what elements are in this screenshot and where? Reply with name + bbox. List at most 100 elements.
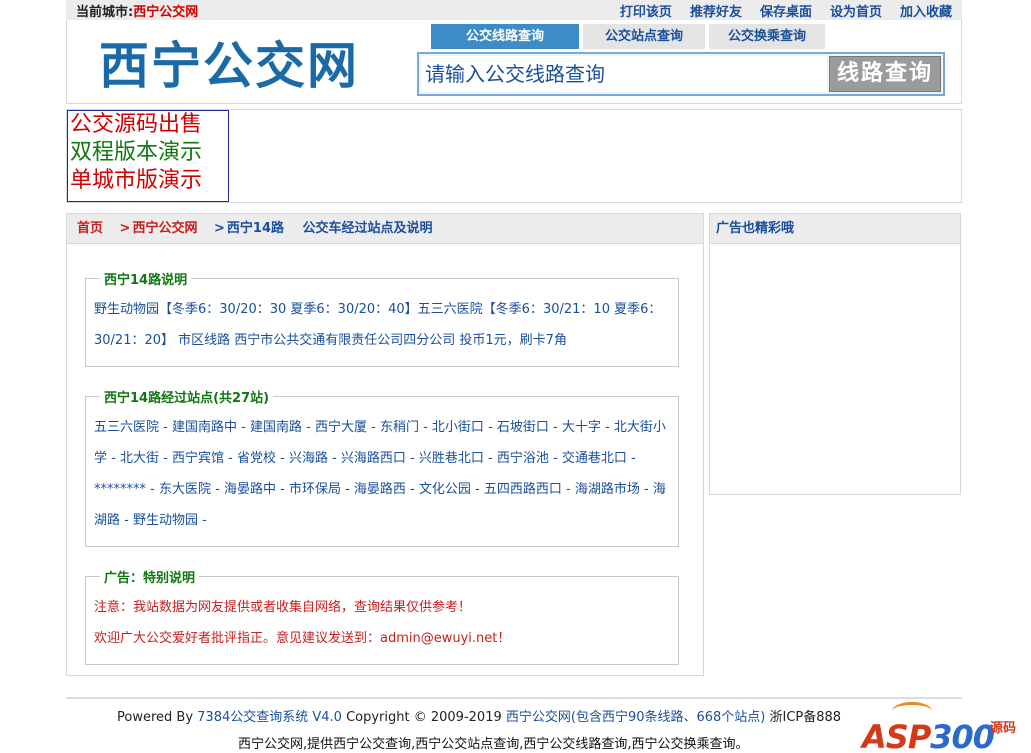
route-stop-separator: - [405, 482, 419, 497]
route-stop-separator: - [483, 420, 497, 435]
breadcrumb-route[interactable]: 西宁14路 [227, 221, 284, 236]
route-stop-separator: - [639, 482, 653, 497]
promo-source-code-link[interactable]: 公交源码出售 [70, 111, 228, 139]
notice-line-2: 欢迎广大公交爱好者批评指正。意见建议发送到：admin@ewuyi.net！ [94, 631, 511, 646]
route-stop-link[interactable]: 海晏路中 [224, 482, 276, 497]
search-box: 线路查询 [417, 52, 945, 96]
route-stop-link[interactable]: 海晏路西 [354, 482, 406, 497]
promo-dual-version-link[interactable]: 双程版本演示 [70, 139, 228, 167]
route-stop-separator: - [275, 482, 289, 497]
route-stops-list: 五三六医院 - 建国南路中 - 建国南路 - 西宁大厦 - 东稍门 - 北小街口… [94, 412, 670, 536]
route-stop-link[interactable]: 野生动物园 [133, 513, 198, 528]
top-bar: 当前城市:西宁公交网 打印该页 推荐好友 保存桌面 设为首页 加入收藏 [66, 0, 962, 20]
route-stop-separator: - [210, 482, 224, 497]
sidebar-ad: 广告也精彩哦 [709, 213, 961, 495]
main-content: 首页 > 西宁公交网 > 西宁14路 公交车经过站点及说明 西宁14路说明 野生动物… [66, 213, 704, 676]
current-city: 当前城市:西宁公交网 [76, 1, 198, 20]
asp300-logo-b: 300 [930, 718, 995, 753]
route-stop-link[interactable]: 兴胜巷北口 [419, 451, 484, 466]
set-homepage-link[interactable]: 设为首页 [830, 1, 882, 20]
route-stop-separator: - [548, 420, 562, 435]
route-description-panel: 西宁14路说明 野生动物园【冬季6：30/20：30 夏季6：30/20：40】… [85, 269, 679, 367]
route-stop-separator: - [146, 482, 159, 497]
route-stop-link[interactable]: 五三六医院 [94, 420, 159, 435]
route-stop-link[interactable]: 北大街 [120, 451, 159, 466]
route-stop-link[interactable]: 文化公园 [419, 482, 471, 497]
route-stop-link[interactable]: 西宁宾馆 [172, 451, 224, 466]
breadcrumb-separator: > [119, 221, 131, 236]
route-stop-link[interactable]: 市环保局 [289, 482, 341, 497]
route-stop-link[interactable]: 兴海路 [289, 451, 328, 466]
route-description-text: 野生动物园【冬季6：30/20：30 夏季6：30/20：40】五三六医院【冬季… [94, 302, 662, 348]
route-stop-link[interactable]: 西宁大厦 [315, 420, 367, 435]
asp300-watermark: ASP300 源码 [860, 700, 1028, 753]
current-city-label: 当前城市: [76, 5, 134, 20]
route-stop-separator: - [405, 451, 419, 466]
breadcrumb-title: 公交车经过站点及说明 [302, 221, 433, 236]
route-stop-link[interactable]: 海湖路市场 [575, 482, 640, 497]
promo-single-city-link[interactable]: 单城市版演示 [70, 167, 228, 195]
breadcrumb-separator: > [214, 221, 225, 236]
footer-copyright: Copyright © 2009-2019 [341, 710, 506, 725]
route-stop-separator: - [470, 482, 484, 497]
site-header: 西宁公交网 公交线路查询 公交站点查询 公交换乘查询 线路查询 [66, 20, 962, 104]
notice-line-1: 注意：我站数据为网友提供或者收集自网络，查询结果仅供参考！ [94, 600, 472, 615]
route-stop-link[interactable]: 交通巷北口 [562, 451, 627, 466]
notice-panel: 广告：特别说明 注意：我站数据为网友提供或者收集自网络，查询结果仅供参考！ 欢迎… [85, 567, 679, 665]
route-search-input[interactable] [421, 56, 827, 92]
asp300-tag: 源码 [990, 721, 1017, 736]
route-stop-separator: - [198, 513, 207, 528]
print-page-link[interactable]: 打印该页 [620, 1, 672, 20]
asp300-logo: ASP300 [862, 718, 995, 753]
route-stop-separator: - [159, 451, 172, 466]
route-stops-panel: 西宁14路经过站点(共27站) 五三六医院 - 建国南路中 - 建国南路 - 西… [85, 387, 679, 547]
route-stop-separator: - [223, 451, 237, 466]
route-stop-link[interactable]: 北小街口 [432, 420, 484, 435]
route-stop-separator: - [107, 451, 120, 466]
footer-powered-prefix: Powered By [117, 710, 198, 725]
route-stop-separator: - [120, 513, 133, 528]
route-description-legend: 西宁14路说明 [104, 273, 188, 288]
tab-transfer-search[interactable]: 公交换乘查询 [709, 24, 825, 49]
save-desktop-link[interactable]: 保存桌面 [760, 1, 812, 20]
route-stop-link[interactable]: ******** [94, 482, 146, 497]
route-stop-link[interactable]: 五四西路西口 [484, 482, 562, 497]
current-city-name[interactable]: 西宁公交网 [133, 5, 198, 20]
route-stop-link[interactable]: 省党校 [237, 451, 276, 466]
route-stop-link[interactable]: 建国南路中 [172, 420, 237, 435]
search-tabs: 公交线路查询 公交站点查询 公交换乘查询 [431, 24, 825, 49]
route-stop-separator: - [626, 451, 636, 466]
footer-site-link[interactable]: 西宁公交网(包含西宁90条线路、668个站点) [506, 710, 766, 725]
route-stop-separator: - [561, 482, 575, 497]
route-search-button[interactable]: 线路查询 [829, 56, 941, 92]
route-stop-separator: - [600, 420, 614, 435]
route-stop-link[interactable]: 西宁浴池 [497, 451, 549, 466]
breadcrumb: 首页 > 西宁公交网 > 西宁14路 公交车经过站点及说明 [67, 214, 703, 244]
route-stop-link[interactable]: 石坡街口 [497, 420, 549, 435]
route-stop-link[interactable]: 东稍门 [380, 420, 419, 435]
route-stops-legend: 西宁14路经过站点(共27站) [104, 391, 270, 406]
footer-system-link[interactable]: 7384公交查询系统 V4.0 [197, 710, 342, 725]
notice-legend: 广告：特别说明 [104, 571, 196, 586]
breadcrumb-home[interactable]: 首页 [77, 221, 103, 236]
route-stop-separator: - [159, 420, 172, 435]
route-stop-separator: - [548, 451, 562, 466]
breadcrumb-site[interactable]: 西宁公交网 [132, 221, 197, 236]
route-stop-link[interactable]: 大十字 [562, 420, 601, 435]
footer-powered: Powered By 7384公交查询系统 V4.0 Copyright © 2… [117, 706, 841, 725]
recommend-friend-link[interactable]: 推荐好友 [690, 1, 742, 20]
route-stop-link[interactable]: 兴海路西口 [341, 451, 406, 466]
route-stop-separator: - [340, 482, 354, 497]
sidebar-ad-title: 广告也精彩哦 [710, 214, 960, 244]
tab-stop-search[interactable]: 公交站点查询 [583, 24, 705, 49]
site-logo[interactable]: 西宁公交网 [99, 26, 359, 98]
footer-description: 西宁公交网,提供西宁公交查询,西宁公交站点查询,西宁公交线路查询,西宁公交换乘查… [238, 737, 749, 752]
footer-icp: 浙ICP备888 [765, 710, 842, 725]
asp300-logo-a: ASP [862, 718, 931, 753]
route-stop-separator: - [366, 420, 380, 435]
route-stop-link[interactable]: 东大医院 [159, 482, 211, 497]
promo-area: 公交源码出售 双程版本演示 单城市版演示 [66, 109, 962, 203]
add-favorite-link[interactable]: 加入收藏 [900, 1, 952, 20]
tab-route-search[interactable]: 公交线路查询 [431, 24, 579, 49]
route-stop-link[interactable]: 建国南路 [250, 420, 302, 435]
